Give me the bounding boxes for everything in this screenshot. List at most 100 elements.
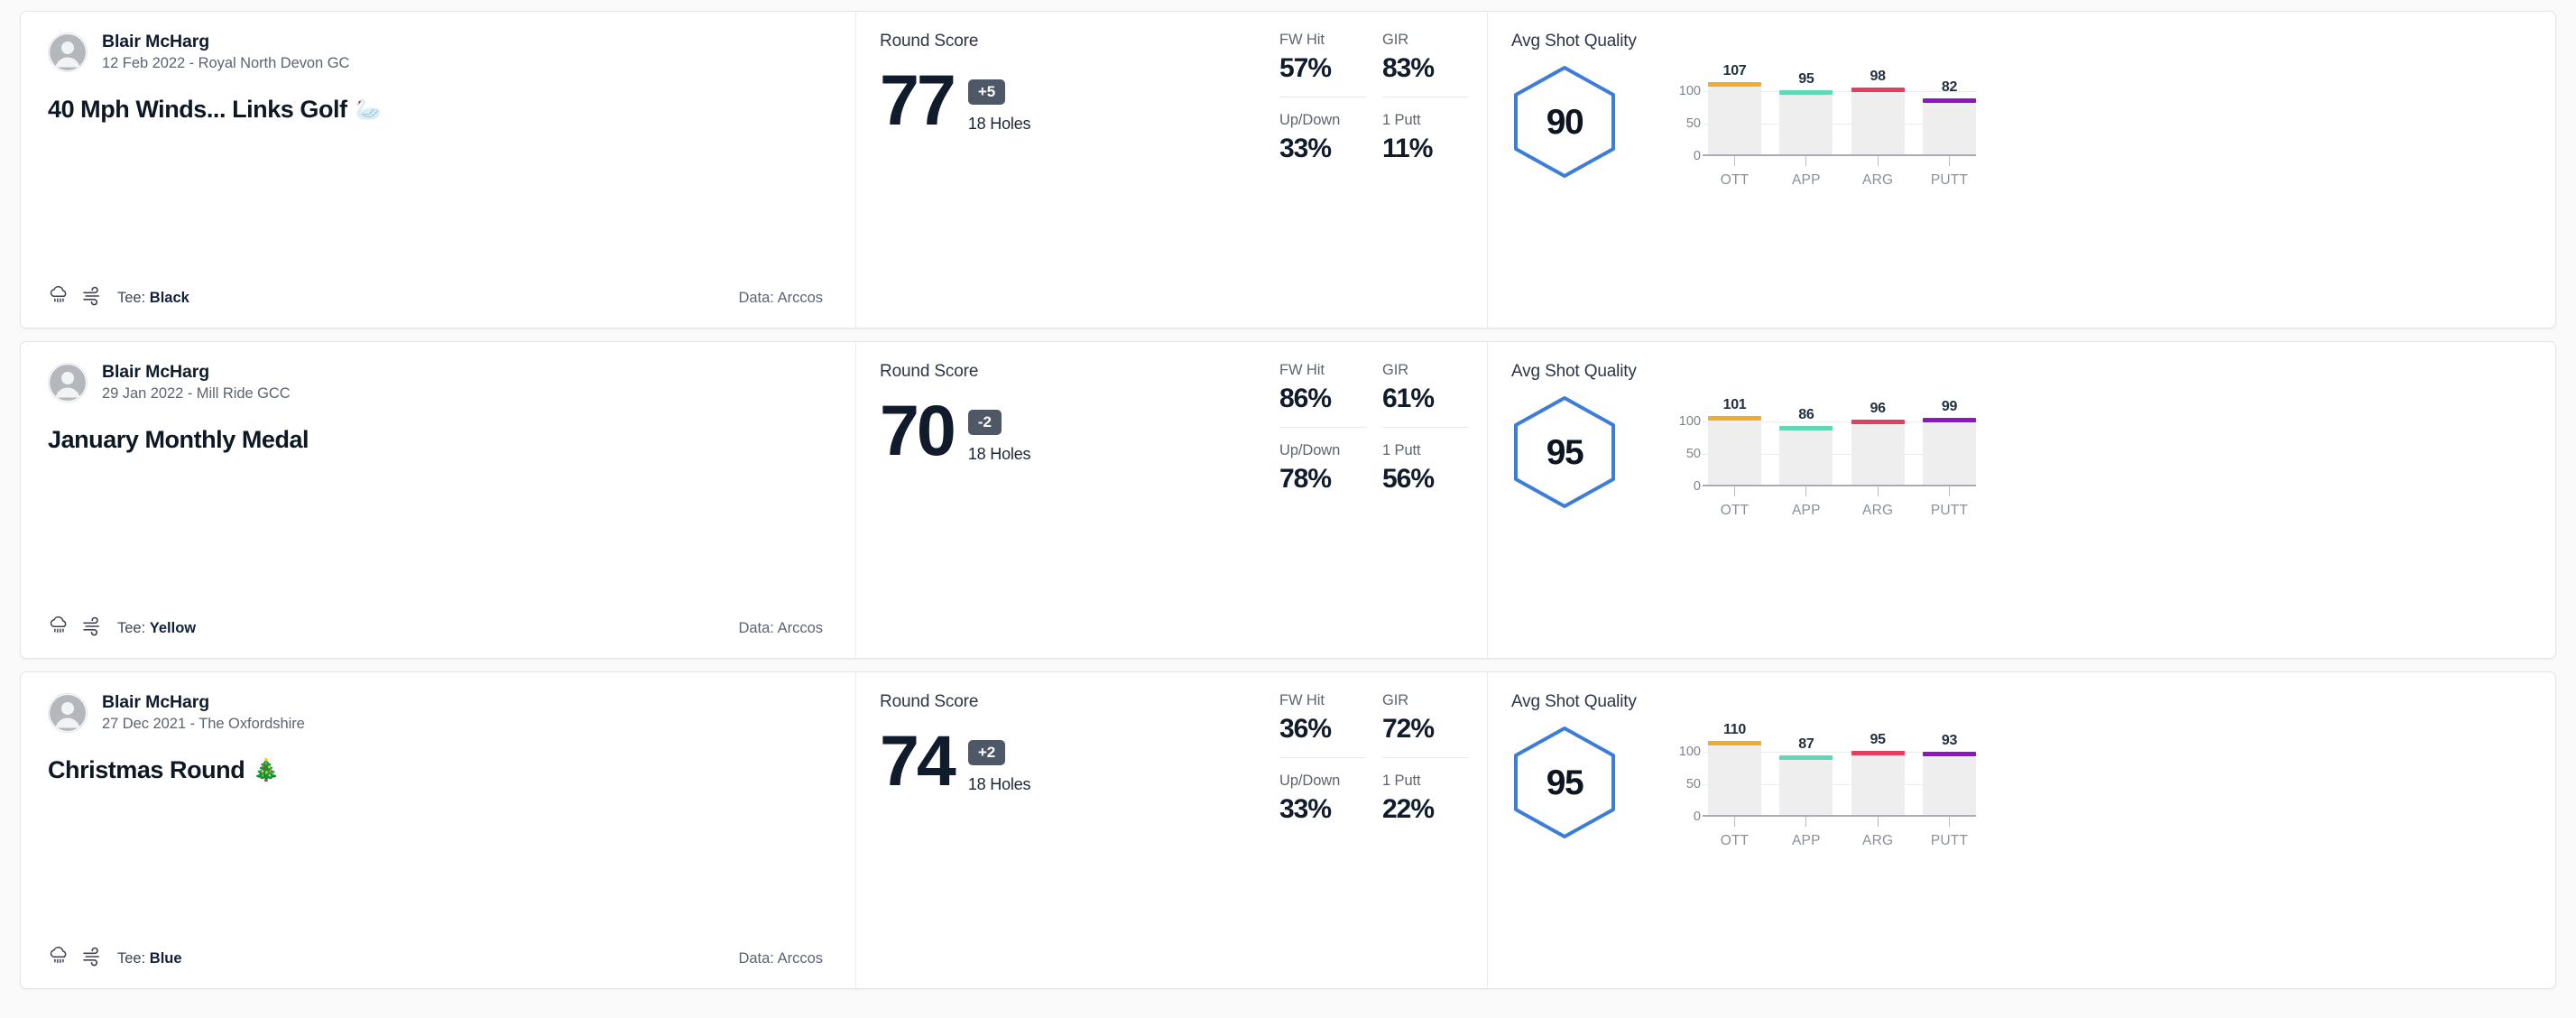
chart-bar[interactable]: 99 — [1922, 399, 1976, 486]
tee-value: Blue — [149, 949, 182, 967]
chart-bar-cap — [1922, 97, 1976, 103]
stat-fw-hit: FW Hit 57% — [1279, 32, 1366, 97]
chart-x-tick — [1708, 156, 1761, 169]
chart-x-label: OTT — [1720, 503, 1750, 518]
chart-bar-cap — [1851, 750, 1905, 755]
chart-plot: 110 87 95 93 — [1703, 722, 1976, 817]
rain-cloud-icon — [48, 615, 70, 642]
round-stats-grid: FW Hit 86% GIR 61% Up/Down 78% 1 Putt 56… — [1279, 342, 1487, 658]
round-summary-pane: Blair McHarg 12 Feb 2022 - Royal North D… — [21, 12, 855, 328]
stat-fw-hit: FW Hit 36% — [1279, 692, 1366, 758]
data-prefix: Data: — [738, 619, 774, 636]
chart-x-tick — [1851, 156, 1905, 169]
avatar — [48, 32, 88, 72]
chart-bar[interactable]: 93 — [1922, 734, 1976, 817]
chart-bar-cap — [1708, 740, 1761, 745]
round-card[interactable]: Blair McHarg 27 Dec 2021 - The Oxfordshi… — [20, 671, 2556, 989]
holes-played: 18 Holes — [967, 775, 1031, 793]
chart-tick-mark — [1734, 156, 1735, 166]
data-value: Arccos — [777, 289, 823, 306]
round-title-emoji: 🦢 — [355, 97, 383, 122]
holes-played: 18 Holes — [967, 115, 1031, 133]
chart-tick-mark — [1734, 486, 1735, 496]
tee-label: Tee: Yellow — [117, 620, 196, 637]
chart-bar[interactable]: 98 — [1851, 69, 1905, 156]
chart-bar-cap — [1851, 88, 1905, 93]
chart-x-tick — [1923, 486, 1976, 499]
chart-x-ticks — [1708, 817, 1976, 829]
stat-up-down-label: Up/Down — [1279, 442, 1341, 458]
chart-bar-value: 95 — [1870, 731, 1887, 747]
round-date-course: 27 Dec 2021 - The Oxfordshire — [102, 716, 305, 732]
stat-up-down: Up/Down 78% — [1279, 428, 1366, 493]
chart-bar-value: 95 — [1798, 70, 1814, 87]
shot-quality-chart: 0 50 100 110 87 95 93 OTT APP ARG PUTT — [1674, 722, 1976, 857]
chart-bar-cap — [1779, 89, 1833, 95]
stat-fw-hit-value: 86% — [1279, 384, 1332, 413]
user-avatar-icon — [49, 364, 87, 402]
conditions-group: Tee: Black — [48, 284, 189, 311]
stat-gir: GIR 72% — [1382, 692, 1469, 758]
chart-y-tick: 50 — [1685, 776, 1701, 791]
tee-prefix: Tee: — [117, 289, 146, 306]
to-par-badge: +5 — [967, 79, 1006, 105]
chart-x-tick — [1851, 817, 1905, 829]
rain-cloud-icon — [48, 284, 70, 311]
chart-bar-track — [1708, 416, 1761, 486]
stat-gir-label: GIR — [1382, 32, 1409, 48]
chart-bar-value: 86 — [1798, 407, 1814, 423]
stat-gir-value: 61% — [1382, 384, 1435, 413]
chart-bar-track — [1922, 417, 1976, 486]
chart-bar-cap — [1922, 752, 1976, 757]
shot-quality-chart: 0 50 100 107 95 98 82 OTT APP ARG PUTT — [1674, 63, 1976, 197]
round-title-text: 40 Mph Winds... Links Golf — [48, 96, 347, 123]
chart-bar[interactable]: 96 — [1851, 401, 1905, 486]
score-side: +5 18 Holes — [967, 68, 1031, 134]
chart-y-tick: 0 — [1693, 809, 1701, 824]
chart-x-labels: OTT APP ARG PUTT — [1708, 172, 1976, 189]
user-avatar-icon — [49, 33, 87, 71]
chart-bar-track — [1708, 740, 1761, 817]
chart-bar[interactable]: 86 — [1779, 405, 1833, 486]
chart-x-label: PUTT — [1930, 833, 1969, 848]
chart-bar[interactable]: 87 — [1779, 736, 1833, 817]
chart-tick-mark — [1877, 156, 1879, 166]
round-footer: Tee: Blue Data: Arccos — [48, 945, 828, 972]
round-title: January Monthly Medal — [48, 426, 828, 454]
to-par-badge: -2 — [967, 410, 1002, 435]
round-date-course: 12 Feb 2022 - Royal North Devon GC — [102, 55, 350, 71]
round-card[interactable]: Blair McHarg 29 Jan 2022 - Mill Ride GCC… — [20, 341, 2556, 659]
chart-tick-mark — [1948, 817, 1950, 827]
chart-bar-track — [1779, 755, 1833, 817]
identity-text: Blair McHarg 27 Dec 2021 - The Oxfordshi… — [102, 692, 305, 733]
chart-tick-mark — [1805, 156, 1807, 166]
to-par-badge: +2 — [967, 740, 1006, 765]
chart-bar[interactable]: 95 — [1779, 70, 1833, 156]
round-score-value: 74 — [880, 720, 956, 801]
chart-tick-mark — [1805, 817, 1807, 827]
chart-bar-cap — [1851, 419, 1905, 424]
chart-x-tick — [1779, 817, 1833, 829]
chart-bar[interactable]: 82 — [1922, 75, 1976, 156]
chart-bar[interactable]: 101 — [1708, 398, 1761, 486]
chart-x-label: APP — [1792, 503, 1821, 518]
chart-y-axis: 0 50 100 — [1674, 75, 1701, 162]
stat-gir: GIR 83% — [1382, 32, 1469, 97]
chart-bars: 107 95 98 82 — [1708, 63, 1976, 156]
round-title-text: Christmas Round — [48, 756, 245, 783]
stat-gir-label: GIR — [1382, 692, 1409, 708]
tee-prefix: Tee: — [117, 619, 146, 636]
quality-body: 95 0 50 100 101 86 96 99 OTT APP ARG PUTT — [1511, 385, 2534, 527]
round-score-pane: Round Score 77 +5 18 Holes — [855, 12, 1279, 328]
round-score-value: 70 — [880, 390, 956, 470]
chart-bar-track — [1851, 88, 1905, 156]
stat-one-putt: 1 Putt 56% — [1382, 428, 1469, 493]
wind-icon — [80, 945, 105, 972]
chart-bar[interactable]: 110 — [1708, 722, 1761, 817]
chart-bar[interactable]: 107 — [1708, 63, 1761, 156]
chart-bar[interactable]: 95 — [1851, 731, 1905, 817]
avg-shot-quality-caption: Avg Shot Quality — [1511, 362, 1637, 381]
round-score-caption: Round Score — [880, 362, 979, 381]
round-card[interactable]: Blair McHarg 12 Feb 2022 - Royal North D… — [20, 11, 2556, 329]
stat-up-down-value: 33% — [1279, 134, 1332, 163]
